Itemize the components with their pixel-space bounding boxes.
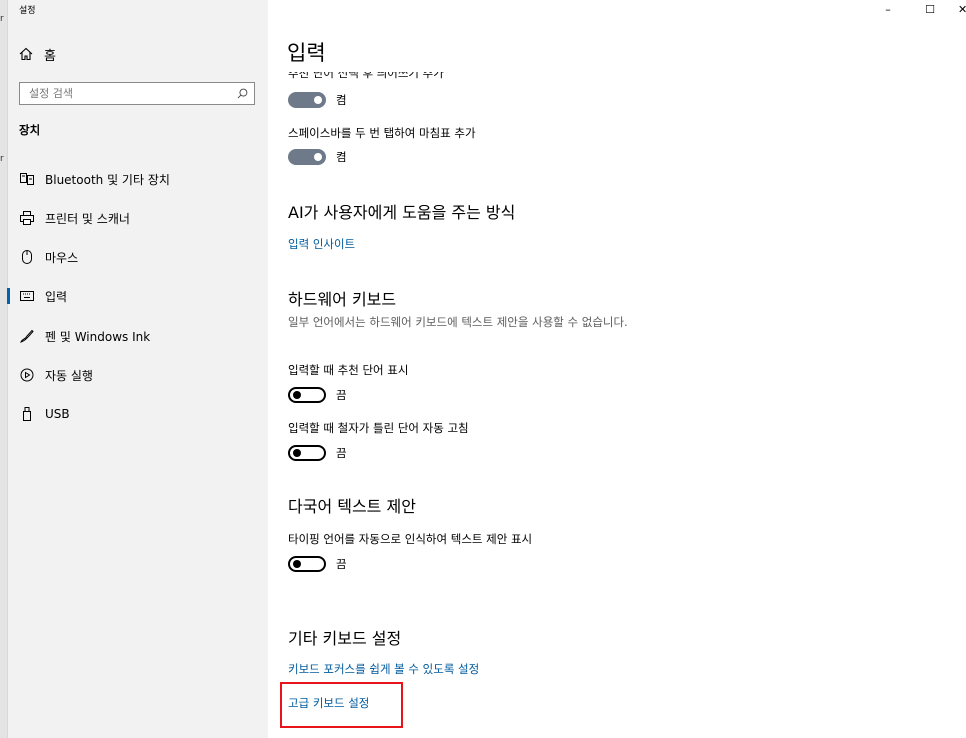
toggle-autocorrect[interactable]: 끔 [288,445,347,461]
toggle-state: 켬 [336,150,347,164]
search-icon[interactable] [237,88,248,99]
close-button[interactable]: ✕ [958,0,966,18]
edge-fragment: r [0,14,4,24]
setting-label-multilingual-suggestions: 타이핑 언어를 자동으로 인식하여 텍스트 제안 표시 [288,532,533,546]
sidebar-item-bluetooth[interactable]: Bluetooth 및 기타 장치 [0,161,268,197]
toggle-switch-off[interactable] [288,445,326,461]
keyboard-icon [19,291,35,301]
sidebar-item-label: 입력 [45,289,68,304]
sidebar-section-title: 장치 [19,123,41,137]
setting-label-autocorrect: 입력할 때 철자가 틀린 단어 자동 고침 [288,421,469,435]
hardware-keyboard-description: 일부 언어에서는 하드웨어 키보드에 텍스트 제안을 사용할 수 없습니다. [288,315,628,329]
toggle-state: 끔 [336,388,347,402]
bluetooth-devices-icon [19,173,35,185]
toggle-switch-off[interactable] [288,556,326,572]
autoplay-icon [19,368,35,382]
toggle-state: 끔 [336,446,347,460]
toggle-double-tap-space[interactable]: 켬 [288,149,347,165]
setting-label-show-suggestions: 입력할 때 추천 단어 표시 [288,363,409,377]
toggle-switch-on[interactable] [288,149,326,165]
printer-icon [19,211,35,225]
sidebar-item-usb[interactable]: USB [0,396,268,432]
link-keyboard-focus[interactable]: 키보드 포커스를 쉽게 볼 수 있도록 설정 [288,661,479,677]
sidebar-item-typing[interactable]: 입력 [0,278,268,314]
sidebar-item-pen[interactable]: 펜 및 Windows Ink [0,318,268,354]
page-title: 입력 [287,41,326,65]
heading-hardware-keyboard: 하드웨어 키보드 [288,290,397,309]
toggle-switch-off[interactable] [288,387,326,403]
sidebar-item-label: 마우스 [45,250,79,265]
link-typing-insights[interactable]: 입력 인사이트 [288,236,355,252]
window-title: 설정 [19,6,36,16]
toggle-space-after-suggestion[interactable]: 켬 [288,92,347,108]
heading-multilingual: 다국어 텍스트 제안 [288,497,416,516]
highlight-box [280,682,403,728]
usb-icon [19,407,35,421]
toggle-switch-on[interactable] [288,92,326,108]
toggle-state: 켬 [336,93,347,107]
home-icon [19,47,33,61]
sidebar-item-label: 펜 및 Windows Ink [45,329,151,344]
home-label: 홈 [44,48,56,64]
mouse-icon [19,250,35,264]
clipped-setting-label-wrap: 추천 단어 선택 후 띄어쓰기 추가 [288,72,588,82]
pen-icon [19,329,35,343]
heading-ai-help: AI가 사용자에게 도움을 주는 방식 [288,203,516,222]
settings-search-box[interactable] [19,82,255,105]
toggle-multilingual-suggestions[interactable]: 끔 [288,556,347,572]
home-nav[interactable]: 홈 [19,44,56,64]
sidebar-item-label: Bluetooth 및 기타 장치 [45,172,170,187]
sidebar-item-label: USB [45,407,70,421]
minimize-button[interactable]: – [878,0,898,18]
sidebar-item-printers[interactable]: 프린터 및 스캐너 [0,200,268,236]
toggle-state: 끔 [336,557,347,571]
sidebar-item-mouse[interactable]: 마우스 [0,239,268,275]
sidebar-item-label: 프린터 및 스캐너 [45,211,130,226]
clipped-setting-label: 추천 단어 선택 후 띄어쓰기 추가 [288,72,444,80]
sidebar-item-autoplay[interactable]: 자동 실행 [0,357,268,393]
maximize-button[interactable]: ☐ [920,0,940,18]
sidebar-item-label: 자동 실행 [45,368,93,383]
setting-label-double-tap-space: 스페이스바를 두 번 탭하여 마침표 추가 [288,126,476,140]
toggle-show-suggestions[interactable]: 끔 [288,387,347,403]
heading-other-keyboard-settings: 기타 키보드 설정 [288,629,402,648]
search-input[interactable] [29,87,219,100]
